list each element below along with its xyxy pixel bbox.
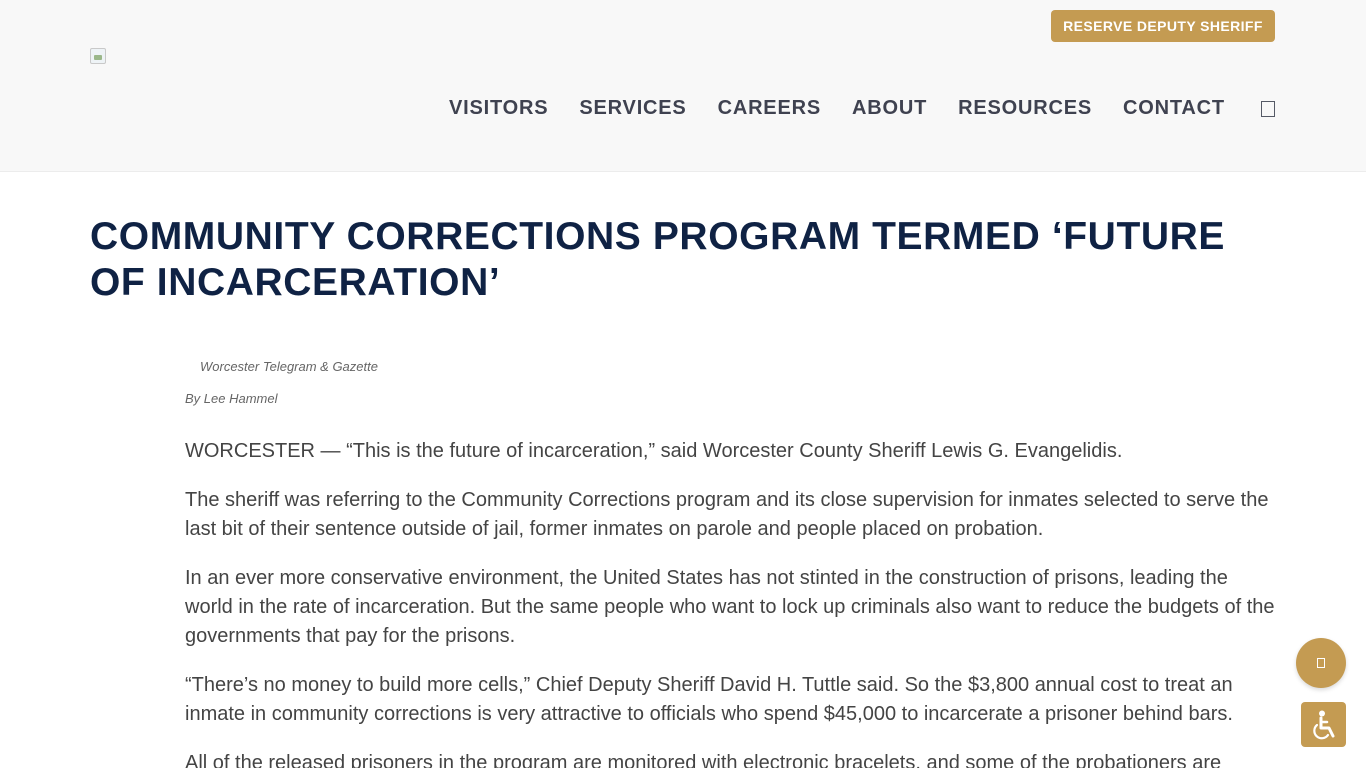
article-paragraphs: WORCESTER — “This is the future of incar…: [185, 437, 1277, 768]
article-paragraph: In an ever more conservative environment…: [185, 567, 1275, 647]
reserve-deputy-sheriff-button[interactable]: RESERVE DEPUTY SHERIFF: [1051, 10, 1275, 42]
floating-action-button[interactable]: [1296, 638, 1346, 688]
nav-item-resources[interactable]: RESOURCES: [958, 97, 1092, 120]
search-icon[interactable]: [1261, 101, 1275, 117]
article-paragraph: The sheriff was referring to the Communi…: [185, 489, 1269, 540]
article-body: Worcester Telegram & Gazette By Lee Hamm…: [185, 356, 1277, 768]
accessibility-button[interactable]: [1301, 702, 1346, 747]
nav-item-about[interactable]: ABOUT: [852, 97, 927, 120]
article-byline: By Lee Hammel: [185, 391, 278, 406]
nav-item-careers[interactable]: CAREERS: [718, 97, 821, 120]
nav-item-services[interactable]: SERVICES: [579, 97, 686, 120]
page-title: COMMUNITY CORRECTIONS PROGRAM TERMED ‘FU…: [90, 215, 1226, 304]
article-source: Worcester Telegram & Gazette: [200, 359, 378, 374]
article-paragraph: “There’s no money to build more cells,” …: [185, 674, 1233, 725]
article-paragraph: WORCESTER — “This is the future of incar…: [185, 440, 1123, 462]
main-content: COMMUNITY CORRECTIONS PROGRAM TERMED ‘FU…: [90, 214, 1276, 306]
article-paragraph: All of the released prisoners in the pro…: [185, 752, 1222, 768]
site-header: RESERVE DEPUTY SHERIFF VISITORS SERVICES…: [0, 0, 1366, 172]
accessibility-icon: [1312, 710, 1334, 739]
site-logo[interactable]: [90, 48, 106, 64]
chat-icon: [1317, 658, 1325, 668]
nav-item-visitors[interactable]: VISITORS: [449, 97, 548, 120]
main-nav: VISITORS SERVICES CAREERS ABOUT RESOURCE…: [449, 96, 1225, 120]
nav-item-contact[interactable]: CONTACT: [1123, 97, 1225, 120]
